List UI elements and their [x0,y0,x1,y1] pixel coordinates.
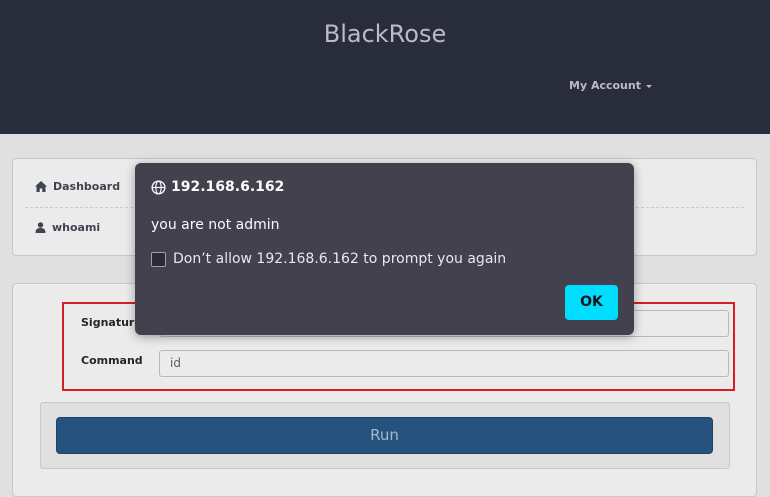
dont-allow-checkbox[interactable] [151,251,166,267]
ok-button[interactable]: OK [565,285,618,320]
alert-dialog: 192.168.6.162 you are not admin Don’t al… [135,163,634,335]
dialog-message: you are not admin [151,217,280,233]
dialog-title-text: 192.168.6.162 [171,179,285,195]
dialog-title: 192.168.6.162 [151,179,284,195]
globe-icon [151,179,166,195]
dont-allow-prompt-checkbox-row[interactable]: Don’t allow 192.168.6.162 to prompt you … [151,251,506,267]
dont-allow-checkbox-label[interactable]: Don’t allow 192.168.6.162 to prompt you … [173,251,506,267]
